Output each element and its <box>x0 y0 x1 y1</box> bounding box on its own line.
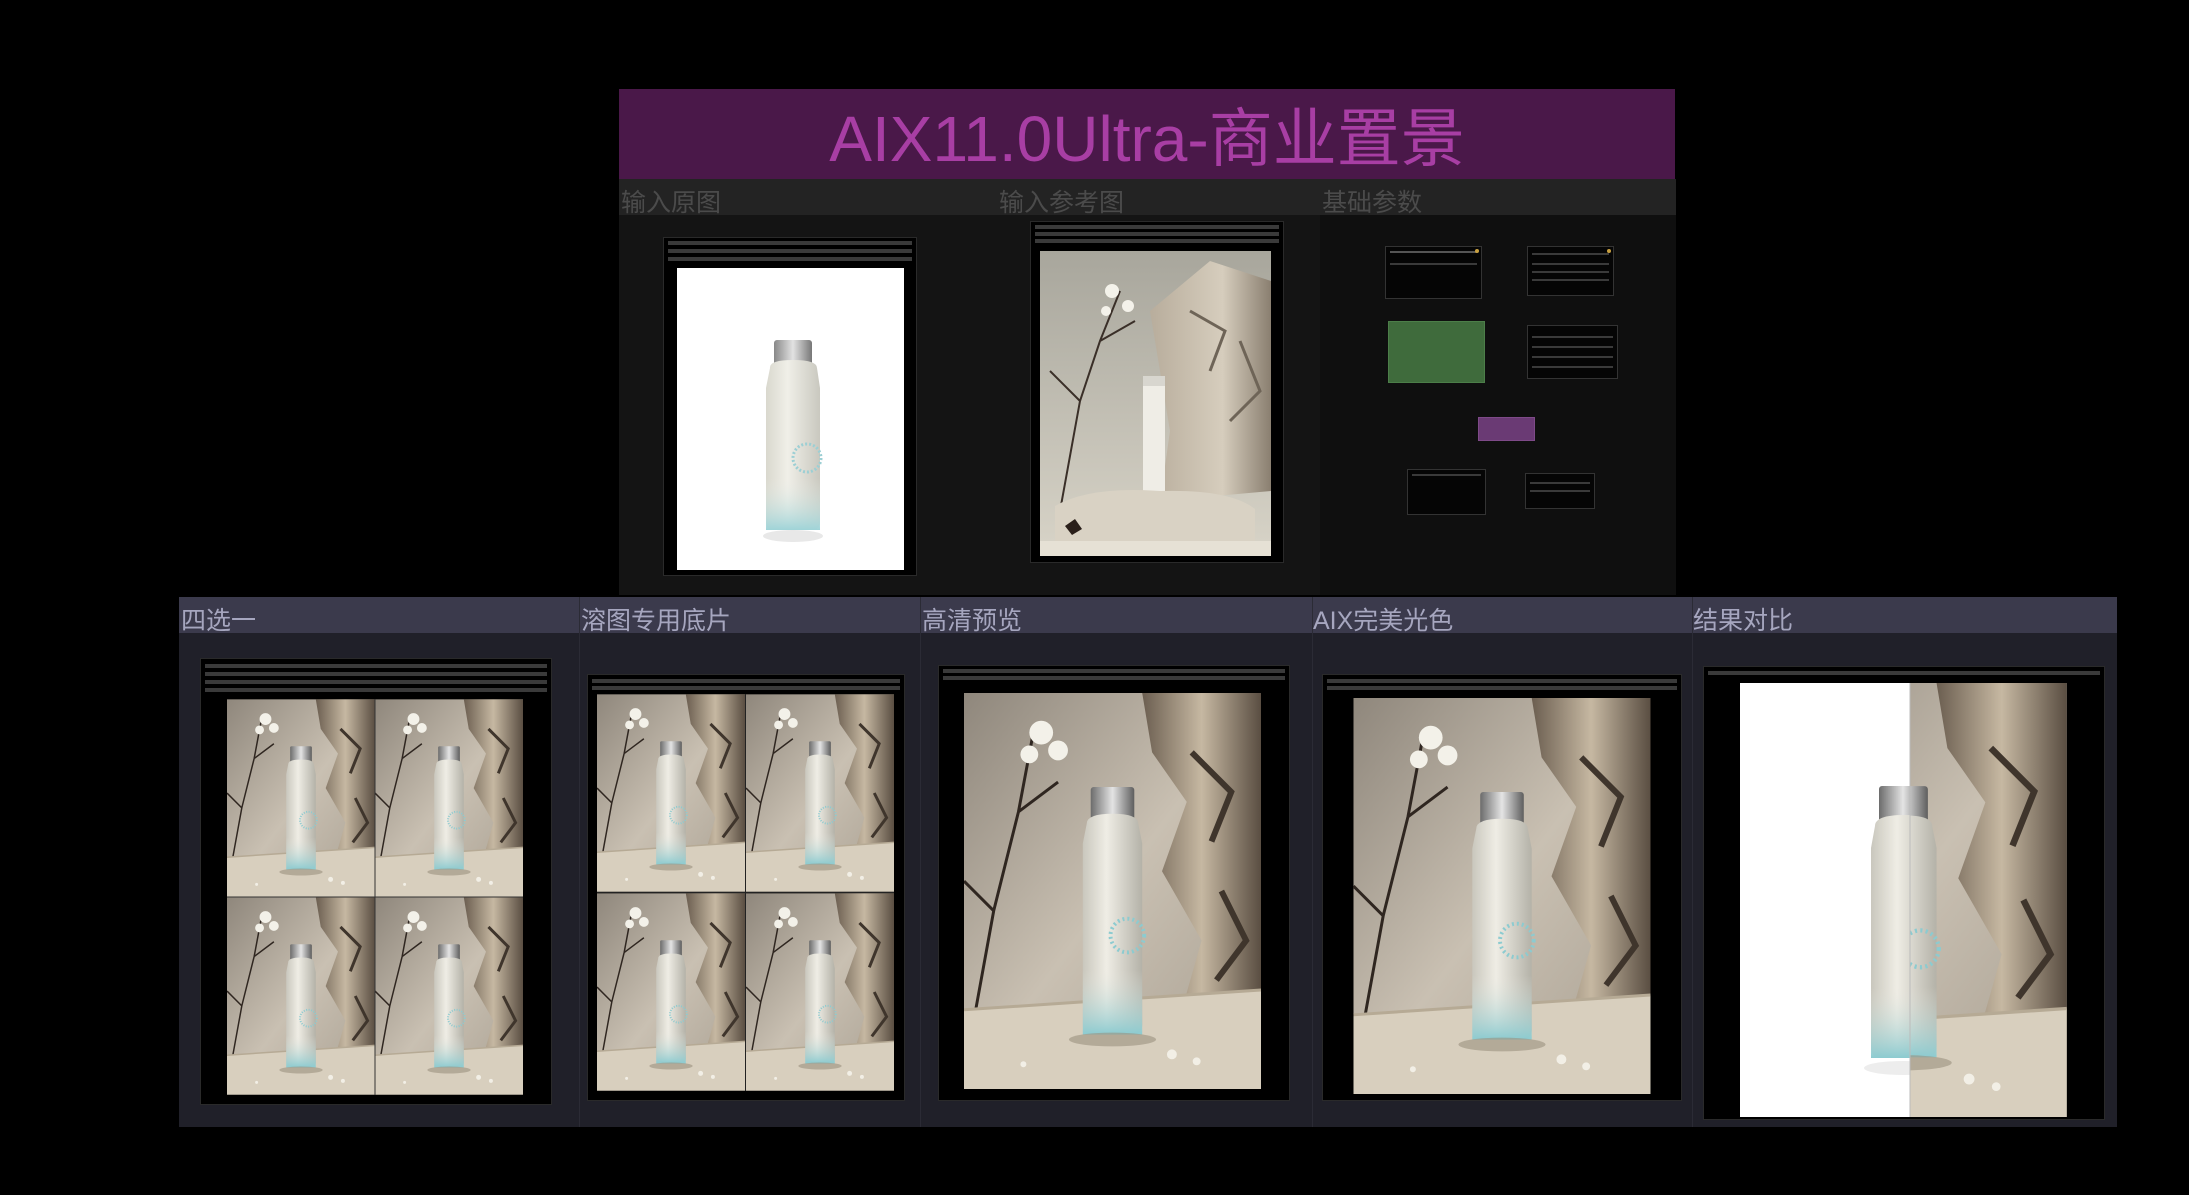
param-node-green[interactable] <box>1388 321 1485 383</box>
hd-preview-photo <box>964 693 1261 1089</box>
blend-base-node[interactable] <box>587 674 905 1101</box>
group-label-hd-preview: 高清预览 <box>922 607 1023 635</box>
compare-node[interactable] <box>1703 666 2105 1120</box>
param-node[interactable] <box>1407 469 1486 515</box>
pick-one-grid <box>227 699 523 1095</box>
original-product-photo <box>677 268 904 570</box>
param-node[interactable] <box>1385 246 1482 299</box>
group-input-original[interactable]: 输入原图 <box>619 179 997 595</box>
group-label-pick-one: 四选一 <box>181 607 257 635</box>
group-label-blend-base: 溶图专用底片 <box>581 607 732 635</box>
param-node-purple[interactable] <box>1478 417 1535 441</box>
load-image-node[interactable] <box>663 237 917 576</box>
workflow-title: AIX11.0Ultra-商业置景 <box>829 103 1465 175</box>
group-basic-params[interactable]: 基础参数 <box>1320 179 1676 595</box>
blend-base-grid <box>597 694 894 1091</box>
param-node[interactable] <box>1525 473 1595 509</box>
group-label: 基础参数 <box>1322 189 1423 217</box>
group-label: 输入原图 <box>621 189 722 217</box>
param-node[interactable] <box>1527 246 1614 296</box>
aix-light-node[interactable] <box>1322 674 1682 1101</box>
load-reference-node[interactable] <box>1030 221 1284 563</box>
group-label-aix-light: AIX完美光色 <box>1313 607 1454 635</box>
compare-photo <box>1740 683 2068 1117</box>
hd-preview-node[interactable] <box>938 665 1290 1101</box>
pick-one-node[interactable] <box>200 658 552 1105</box>
group-label-compare: 结果对比 <box>1693 607 1794 635</box>
aix-light-photo <box>1353 698 1651 1094</box>
title-banner: AIX11.0Ultra-商业置景 <box>619 89 1675 179</box>
reference-scene-photo <box>1040 251 1271 556</box>
group-input-reference[interactable]: 输入参考图 <box>997 179 1320 595</box>
group-label: 输入参考图 <box>999 189 1125 217</box>
param-node[interactable] <box>1527 325 1618 379</box>
